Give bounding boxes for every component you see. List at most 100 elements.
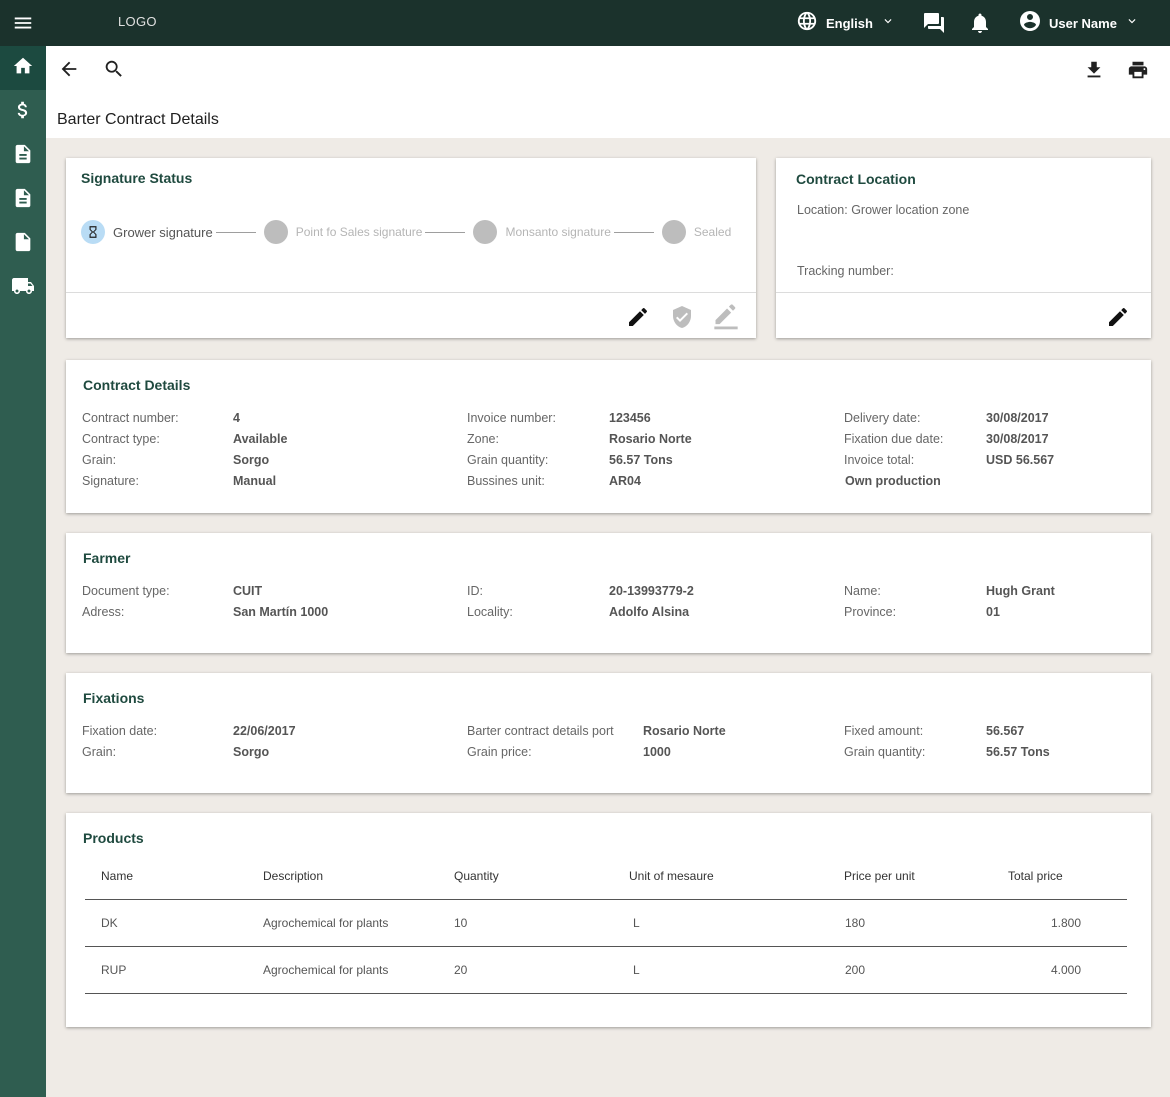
step-connector — [425, 231, 466, 233]
field-value: 01 — [986, 605, 1000, 619]
step-circle-icon — [263, 220, 288, 244]
field-value: 56.567 — [986, 724, 1025, 738]
search-icon[interactable] — [103, 58, 125, 85]
globe-icon — [796, 10, 818, 37]
menu-icon[interactable] — [12, 12, 34, 34]
field-label: Barter contract details port — [467, 724, 614, 738]
card-title: Contract Location — [796, 171, 916, 187]
back-arrow-icon[interactable] — [58, 58, 80, 85]
sidebar-item-home[interactable] — [0, 46, 46, 90]
field-label: Signature: — [82, 474, 139, 488]
field-value: AR04 — [609, 474, 641, 488]
column-header[interactable]: Name — [85, 853, 247, 900]
column-header[interactable]: Total price — [1008, 853, 1127, 900]
sidebar-item-contracts[interactable] — [0, 134, 46, 178]
cell-quantity: 20 — [438, 946, 613, 994]
field-value: 20-13993779-2 — [609, 584, 694, 598]
sidebar — [0, 46, 46, 1097]
column-header[interactable]: Description — [247, 853, 438, 900]
page-toolbar: Barter Contract Details — [46, 46, 1170, 138]
step-label: Grower signature — [113, 224, 213, 240]
chevron-down-icon — [881, 14, 895, 33]
divider — [776, 292, 1151, 293]
cell-price-per-unit: 200 — [828, 946, 1008, 994]
step-point-of-sales-signature[interactable]: Point fo Sales signature — [263, 220, 423, 244]
field-value: Sorgo — [233, 453, 270, 467]
field-label: Fixed amount: — [844, 724, 924, 738]
edit-icon[interactable] — [626, 305, 650, 334]
sidebar-item-files[interactable] — [0, 222, 46, 266]
table-header-row: Name Description Quantity Unit of mesaur… — [85, 853, 1127, 900]
divider — [66, 292, 756, 293]
sidebar-item-documents[interactable] — [0, 178, 46, 222]
table-row[interactable]: DK Agrochemical for plants 10 L 180 1.80… — [85, 899, 1127, 947]
field-label: Grain: — [82, 745, 117, 759]
contract-details-card: Contract Details Contract number: 4 Contr… — [66, 360, 1151, 513]
field-label: Fixation date: — [82, 724, 158, 738]
cell-description: Agrochemical for plants — [247, 899, 438, 947]
page-title: Barter Contract Details — [57, 111, 219, 128]
language-selector[interactable]: English — [796, 11, 895, 35]
field-label: Zone: — [467, 432, 499, 446]
account-circle-icon — [1018, 9, 1042, 38]
step-label: Sealed — [693, 225, 732, 239]
step-label: Point fo Sales signature — [295, 225, 423, 239]
step-connector — [613, 231, 654, 233]
fixations-card: Fixations Fixation date: 22/06/2017 Grain… — [66, 673, 1151, 793]
table-row[interactable]: RUP Agrochemical for plants 20 L 200 4.0… — [85, 946, 1127, 994]
field-label: Invoice total: — [844, 453, 915, 467]
app-logo[interactable]: LOGO — [118, 14, 157, 29]
field-label: Grain: — [82, 453, 117, 467]
field-label: Locality: — [467, 605, 513, 619]
cell-total-price: 4.000 — [1008, 946, 1127, 994]
signature-status-card: Signature Status Grower signature Point … — [66, 158, 756, 338]
print-icon[interactable] — [1127, 59, 1149, 86]
step-monsanto-signature[interactable]: Monsanto signature — [473, 220, 611, 244]
document-icon — [12, 187, 34, 214]
column-header[interactable]: Quantity — [438, 853, 613, 900]
messages-icon[interactable] — [922, 11, 946, 40]
field-value: 30/08/2017 — [986, 411, 1049, 425]
cell-description: Agrochemical for plants — [247, 946, 438, 994]
cell-price-per-unit: 180 — [828, 899, 1008, 947]
field-label: Province: — [844, 605, 897, 619]
step-grower-signature[interactable]: Grower signature — [81, 220, 213, 244]
field-label: Bussines unit: — [467, 474, 545, 488]
step-circle-icon — [473, 220, 498, 244]
field-value: 4 — [233, 411, 240, 425]
field-value: Rosario Norte — [643, 724, 726, 738]
notifications-icon[interactable] — [968, 11, 992, 40]
column-header[interactable]: Unit of mesaure — [613, 853, 828, 900]
dollar-icon — [12, 99, 34, 126]
verified-shield-icon[interactable] — [670, 305, 694, 334]
cell-name: DK — [85, 899, 247, 947]
field-label: Grain quantity: — [844, 745, 926, 759]
products-table: Name Description Quantity Unit of mesaur… — [85, 853, 1127, 994]
download-icon[interactable] — [1083, 59, 1105, 86]
language-label: English — [826, 15, 873, 31]
column-header[interactable]: Price per unit — [828, 853, 1008, 900]
field-value: Rosario Norte — [609, 432, 692, 446]
hourglass-icon — [81, 220, 105, 244]
field-label: Fixation due date: — [844, 432, 944, 446]
sign-pen-icon[interactable] — [712, 302, 740, 335]
cell-name: RUP — [85, 946, 247, 994]
contract-location-card: Contract Location Location: Grower locat… — [776, 158, 1151, 338]
sidebar-item-finance[interactable] — [0, 90, 46, 134]
field-value: Available — [233, 432, 288, 446]
field-value: 56.57 Tons — [609, 453, 673, 467]
cell-quantity: 10 — [438, 899, 613, 947]
field-value: CUIT — [233, 584, 263, 598]
card-title: Farmer — [83, 550, 131, 566]
field-value: 1000 — [643, 745, 671, 759]
field-value: 123456 — [609, 411, 651, 425]
card-title: Products — [83, 830, 144, 846]
field-value: Manual — [233, 474, 277, 488]
edit-icon[interactable] — [1106, 305, 1130, 334]
signature-stepper: Grower signature Point fo Sales signatur… — [81, 220, 731, 244]
user-menu[interactable]: User Name — [1018, 9, 1139, 38]
step-connector — [215, 231, 256, 233]
sidebar-item-logistics[interactable] — [0, 266, 46, 310]
location-text: Location: Grower location zone — [797, 203, 970, 217]
step-sealed[interactable]: Sealed — [661, 220, 732, 244]
